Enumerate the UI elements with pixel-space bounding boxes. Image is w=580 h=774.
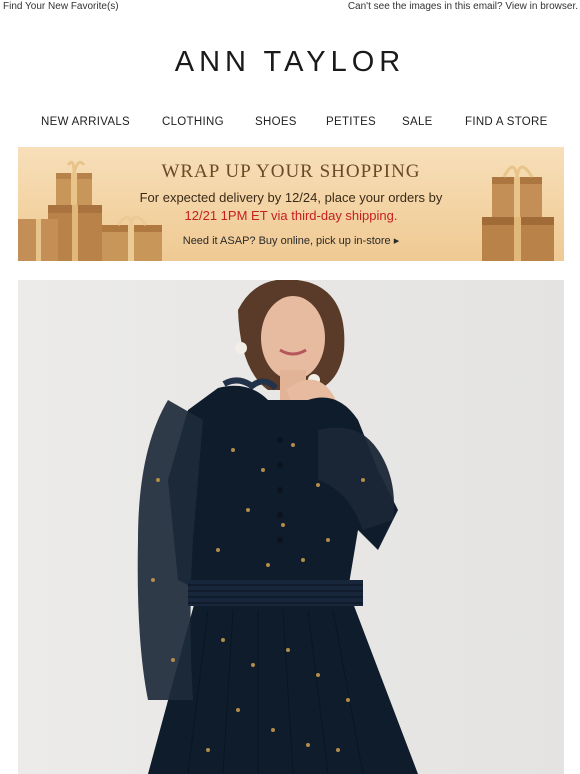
nav-item-new-arrivals[interactable]: NEW ARRIVALS [41, 116, 130, 128]
nav-item-shoes[interactable]: SHOES [255, 116, 297, 128]
preheader-bar: Find Your New Favorite(s) Can't see the … [0, 0, 580, 14]
nav-item-petites[interactable]: PETITES [326, 116, 376, 128]
nav-item-clothing[interactable]: CLOTHING [162, 116, 224, 128]
view-in-browser-link[interactable]: Can't see the images in this email? View… [348, 1, 578, 12]
banner-headline: WRAP UP YOUR SHOPPING [161, 161, 421, 182]
bopis-link[interactable]: Need it ASAP? Buy online, pick up in-sto… [18, 234, 564, 247]
banner-delivery-text: For expected delivery by 12/24, place yo… [139, 190, 443, 205]
brand-logo[interactable]: ANN TAYLOR [0, 46, 580, 79]
preheader-tagline: Find Your New Favorite(s) [3, 1, 119, 12]
hero-image[interactable] [18, 280, 564, 774]
banner-deadline-text: 12/21 1PM ET via third-day shipping. [184, 208, 398, 223]
nav-item-find-a-store[interactable]: FIND A STORE [465, 116, 548, 128]
model-in-dress-image [18, 280, 564, 774]
nav-item-sale[interactable]: SALE [402, 116, 433, 128]
main-nav: NEW ARRIVALS CLOTHING SHOES PETITES SALE… [0, 116, 580, 132]
holiday-shipping-banner[interactable]: WRAP UP YOUR SHOPPING For expected deliv… [18, 147, 564, 261]
